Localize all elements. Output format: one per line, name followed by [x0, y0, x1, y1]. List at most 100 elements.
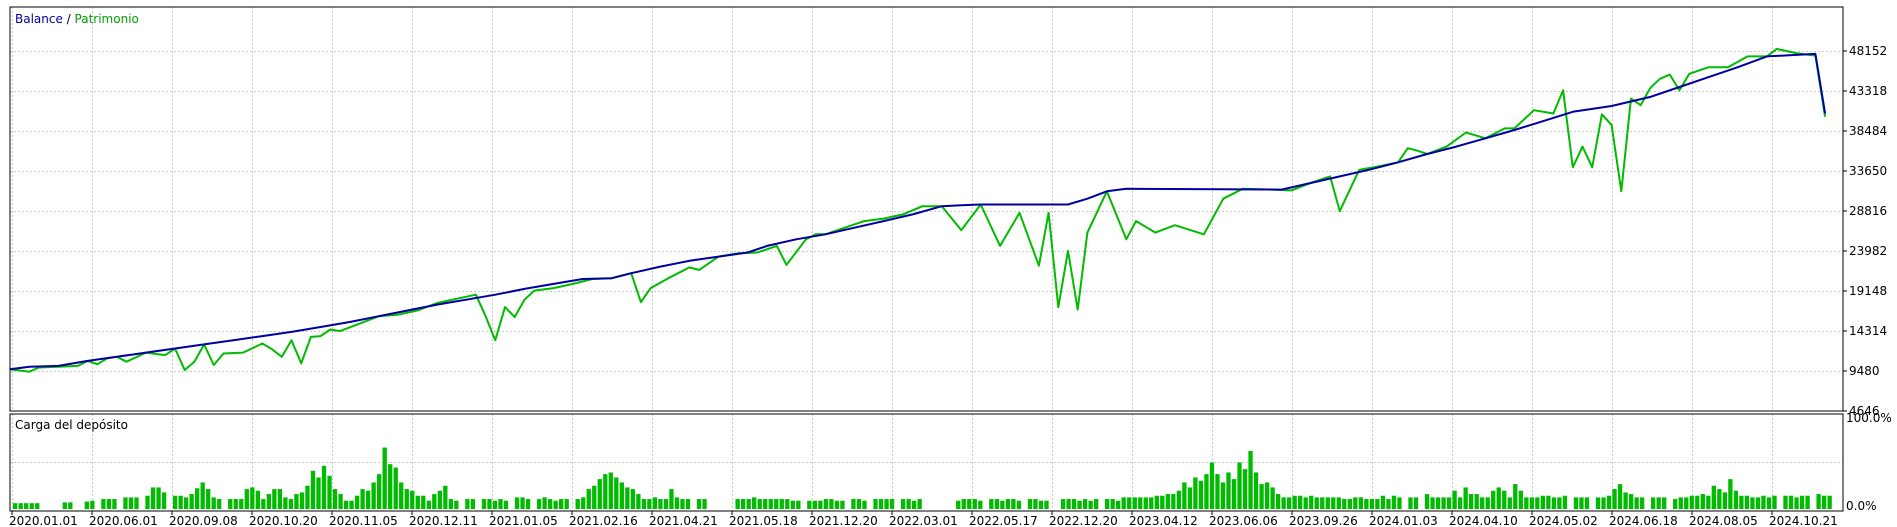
legend: Balance / Patrimonio [15, 12, 139, 26]
load-bar [338, 494, 343, 509]
load-bar [1033, 499, 1038, 509]
load-bar [823, 499, 829, 509]
load-bar [1662, 497, 1667, 509]
load-bar [735, 499, 740, 509]
load-bar [757, 499, 762, 509]
load-bar [1220, 482, 1226, 509]
load-bar [597, 479, 602, 509]
load-bar [1695, 495, 1700, 509]
load-bar [1397, 497, 1402, 509]
load-bar [288, 499, 294, 509]
load-bar [1772, 495, 1777, 509]
load-bar [1309, 495, 1314, 509]
load-bar [790, 500, 795, 509]
load-bar [161, 492, 167, 509]
load-bar [536, 499, 542, 509]
load-bar [492, 500, 498, 509]
load-bar [134, 497, 139, 509]
load-bar [1623, 492, 1628, 509]
load-bar [1430, 497, 1435, 509]
load-bar [294, 494, 299, 509]
load-bar [851, 499, 856, 509]
load-bar [1253, 472, 1259, 509]
load-bar [29, 503, 34, 509]
y-tick-label: 23982 [1849, 244, 1887, 258]
load-bar [1198, 480, 1204, 509]
load-bar [1347, 499, 1352, 509]
load-bar [586, 489, 591, 509]
load-bar [663, 499, 669, 509]
load-bar [1077, 500, 1082, 509]
load-bar [1805, 495, 1810, 509]
load-bar [1110, 499, 1115, 509]
load-bar [674, 497, 680, 509]
x-tick-label: 2020.09.08 [169, 514, 238, 527]
load-bar [1044, 500, 1049, 509]
load-bar [68, 502, 73, 509]
load-bar [321, 465, 327, 509]
load-bar [1353, 497, 1358, 509]
x-tick-label: 2023.04.12 [1129, 514, 1198, 527]
load-bar [437, 490, 442, 509]
x-tick-label: 2020.10.20 [249, 514, 318, 527]
load-bar [1656, 497, 1661, 509]
balance-equity-chart: 48152 43318 38484 33650 28816 23982 19148 14314… [0, 0, 1897, 527]
load-bar [266, 494, 272, 509]
load-bar [1408, 497, 1413, 509]
y-tick-label: 33650 [1849, 164, 1887, 178]
load-bar [1684, 497, 1689, 509]
load-bar [1011, 499, 1016, 509]
load-bar [630, 489, 636, 509]
load-bar [1529, 497, 1534, 509]
load-bar [145, 495, 150, 509]
load-bar [360, 489, 365, 509]
load-bar [388, 464, 393, 509]
load-bar [217, 499, 222, 509]
load-bar [1518, 490, 1523, 509]
load-bar [1215, 474, 1220, 509]
load-bar [520, 497, 525, 509]
load-bar [1270, 487, 1275, 509]
x-tick-label: 2021.12.20 [809, 514, 878, 527]
load-bar [365, 490, 371, 509]
load-bar [1689, 495, 1694, 509]
load-bar [1127, 497, 1132, 509]
load-bar [228, 499, 233, 509]
load-bar [393, 467, 398, 509]
load-bar [1717, 489, 1722, 509]
load-bar [1138, 497, 1143, 509]
load-bar [652, 497, 658, 509]
load-bar [481, 499, 487, 509]
load-bar [1038, 500, 1044, 509]
load-bar [547, 499, 553, 509]
load-bar [1463, 487, 1468, 509]
load-bar [1105, 499, 1110, 509]
load-bar [465, 499, 470, 509]
load-bar [1816, 494, 1821, 509]
load-bar [768, 499, 773, 509]
load-bar [807, 500, 812, 509]
load-bar [1358, 497, 1364, 509]
load-bar [101, 499, 106, 509]
load-bar [702, 499, 707, 509]
load-bar [812, 500, 818, 509]
load-bar [1794, 497, 1799, 509]
load-bar [989, 499, 994, 509]
load-bar [454, 500, 459, 509]
load-bar [647, 499, 652, 509]
load-bar [1507, 497, 1512, 509]
y-tick-label: 48152 [1849, 44, 1887, 58]
load-bar [1617, 484, 1623, 509]
load-bar [123, 497, 128, 509]
x-tick-label: 2020.12.11 [409, 514, 478, 527]
load-bar [1612, 489, 1617, 509]
load-bar [1364, 499, 1369, 509]
legend-separator: / [63, 12, 75, 26]
load-bar [1176, 490, 1182, 509]
load-bar [1292, 495, 1297, 509]
load-bar [1027, 499, 1033, 509]
load-bar [884, 499, 889, 509]
x-axis: 2020.01.01 2020.06.01 2020.09.08 2020.10.20… [9, 511, 1838, 527]
load-bar [542, 497, 547, 509]
load-bar [1193, 477, 1198, 509]
